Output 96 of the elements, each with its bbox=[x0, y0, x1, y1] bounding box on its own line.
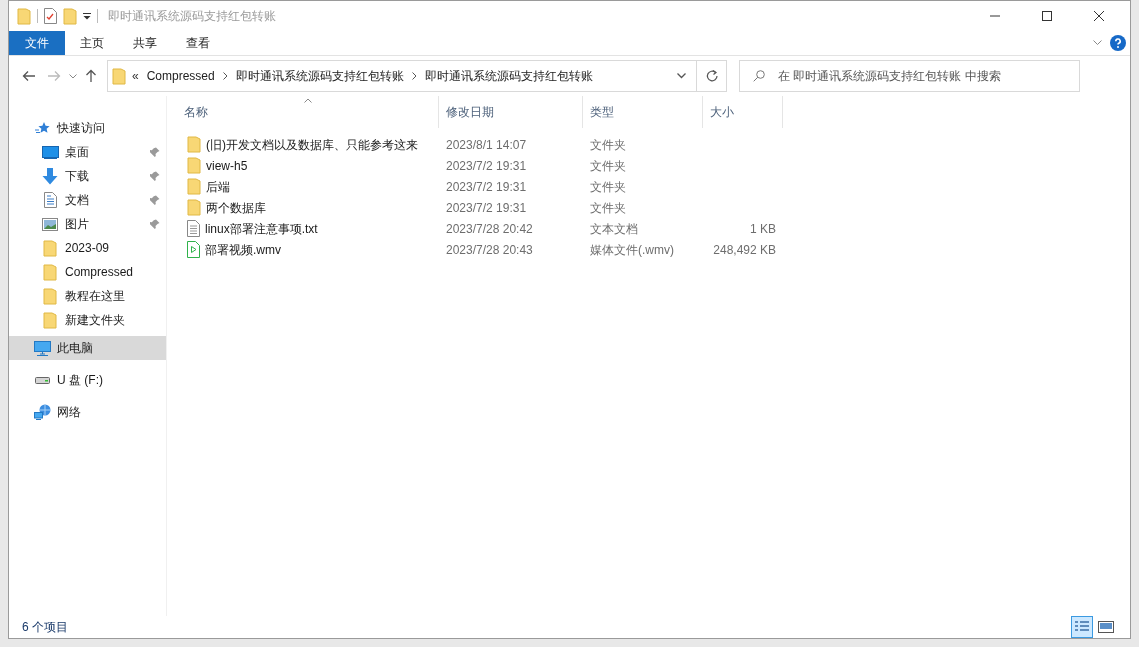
file-type: 文件夹 bbox=[590, 137, 626, 152]
file-name: (旧)开发文档以及数据库、只能参考这来 bbox=[206, 136, 418, 154]
file-name: linux部署注意事项.txt bbox=[205, 220, 318, 238]
modified-date: 2023/7/2 19:31 bbox=[446, 179, 527, 194]
computer-icon bbox=[33, 340, 51, 356]
overflow-chevron[interactable]: « bbox=[132, 67, 139, 85]
ribbon-tab[interactable]: 查看 bbox=[171, 31, 224, 55]
file-row[interactable]: view-h5 2023/7/2 19:31 文件夹 bbox=[177, 155, 1130, 176]
breadcrumb[interactable]: Compressed bbox=[146, 67, 215, 85]
chevron-right-icon[interactable] bbox=[411, 72, 417, 80]
file-name: view-h5 bbox=[206, 157, 248, 175]
picture-icon bbox=[42, 217, 58, 231]
close-icon[interactable] bbox=[1094, 11, 1104, 21]
column-header[interactable]: 大小 bbox=[703, 96, 783, 128]
sidebar-item[interactable]: 快速访问 bbox=[9, 116, 166, 140]
back-icon[interactable] bbox=[22, 70, 36, 82]
customize-dropdown-icon bbox=[83, 12, 91, 20]
modified-date: 2023/7/28 20:43 bbox=[446, 242, 533, 257]
pin-icon[interactable] bbox=[150, 171, 160, 181]
sidebar-item[interactable]: 图片 bbox=[9, 212, 166, 236]
file-type: 文件夹 bbox=[590, 179, 626, 194]
folder-icon bbox=[187, 157, 201, 174]
pin-icon[interactable] bbox=[150, 147, 160, 157]
sidebar-item[interactable]: 新建文件夹 bbox=[9, 308, 166, 332]
dropdown-icon[interactable] bbox=[677, 73, 686, 79]
sidebar-item[interactable]: 教程在这里 bbox=[9, 284, 166, 308]
breadcrumb[interactable]: 即时通讯系统源码支持红包转账 bbox=[424, 67, 593, 85]
maximize-icon[interactable] bbox=[1042, 11, 1052, 21]
file-row[interactable]: 部署视频.wmv 2023/7/28 20:43 媒体文件(.wmv) 248,492 KB bbox=[177, 239, 1130, 260]
sidebar-item[interactable]: 桌面 bbox=[9, 140, 166, 164]
address-bar[interactable]: « Compressed 即时通讯系统源码支持红包转账 即时通讯系统源码支持红包转账 bbox=[107, 60, 727, 92]
folder-icon bbox=[187, 178, 201, 195]
file-row[interactable]: 两个数据库 2023/7/2 19:31 文件夹 bbox=[177, 197, 1130, 218]
chevron-right-icon[interactable] bbox=[222, 72, 228, 80]
sidebar-item[interactable]: 文档 bbox=[9, 188, 166, 212]
ribbon-tab[interactable]: 主页 bbox=[65, 31, 118, 55]
checklist-icon bbox=[44, 8, 57, 24]
thumbnail-icon bbox=[1098, 621, 1114, 633]
sidebar-item[interactable]: 网络 bbox=[9, 400, 166, 424]
file-name: 部署视频.wmv bbox=[205, 241, 281, 259]
expand-ribbon-icon[interactable] bbox=[1093, 40, 1102, 46]
folder-icon bbox=[43, 239, 57, 257]
help-icon[interactable] bbox=[1110, 35, 1126, 51]
folder-icon bbox=[43, 263, 57, 281]
search-icon bbox=[753, 70, 765, 82]
modified-date: 2023/7/2 19:31 bbox=[446, 200, 527, 215]
folder-icon bbox=[187, 136, 201, 153]
folder-icon bbox=[43, 311, 57, 329]
file-row[interactable]: (旧)开发文档以及数据库、只能参考这来 2023/8/1 14:07 文件夹 bbox=[177, 134, 1130, 155]
sort-ascending-icon bbox=[303, 98, 312, 103]
sidebar-item[interactable]: U 盘 (F:) bbox=[9, 368, 166, 392]
modified-date: 2023/7/2 19:31 bbox=[446, 158, 527, 173]
up-arrow-icon[interactable] bbox=[85, 69, 97, 83]
recent-locations-icon[interactable] bbox=[69, 73, 77, 79]
column-header[interactable]: 类型 bbox=[583, 96, 703, 128]
pin-icon[interactable] bbox=[150, 219, 160, 229]
ribbon-tab[interactable]: 共享 bbox=[118, 31, 171, 55]
folder-icon bbox=[17, 7, 31, 25]
refresh-icon[interactable] bbox=[705, 70, 718, 82]
play-file-icon bbox=[187, 241, 200, 258]
file-size: 248,492 KB bbox=[713, 241, 776, 259]
item-count: 6 个项目 bbox=[22, 619, 68, 636]
window-title: 即时通讯系统源码支持红包转账 bbox=[108, 8, 276, 25]
sidebar-item[interactable]: 下载 bbox=[9, 164, 166, 188]
search-field[interactable]: 在 即时通讯系统源码支持红包转账 中搜索 bbox=[739, 60, 1080, 92]
details-list-icon bbox=[1074, 620, 1090, 634]
star-icon bbox=[34, 121, 50, 135]
modified-date: 2023/8/1 14:07 bbox=[446, 137, 527, 152]
drive-icon bbox=[34, 376, 50, 384]
sidebar-item[interactable]: 此电脑 bbox=[9, 336, 166, 360]
sidebar-item[interactable]: 2023-09 bbox=[9, 236, 166, 260]
column-header[interactable]: 修改日期 bbox=[439, 96, 583, 128]
text-document-icon bbox=[187, 220, 200, 237]
ribbon-tab[interactable]: 文件 bbox=[9, 31, 65, 55]
folder-icon bbox=[187, 199, 201, 216]
document-icon bbox=[43, 192, 57, 208]
modified-date: 2023/7/28 20:42 bbox=[446, 221, 533, 236]
file-name: 后端 bbox=[206, 178, 230, 196]
file-type: 媒体文件(.wmv) bbox=[590, 242, 674, 257]
folder-icon bbox=[112, 67, 126, 85]
file-type: 文件夹 bbox=[590, 158, 626, 173]
pin-icon[interactable] bbox=[150, 195, 160, 205]
breadcrumb[interactable]: 即时通讯系统源码支持红包转账 bbox=[235, 67, 404, 85]
folder-icon bbox=[63, 7, 77, 25]
file-type: 文本文档 bbox=[590, 221, 638, 236]
file-size: 1 KB bbox=[750, 220, 776, 238]
folder-icon bbox=[43, 287, 57, 305]
network-icon bbox=[33, 404, 51, 420]
file-type: 文件夹 bbox=[590, 200, 626, 215]
down-arrow-icon bbox=[42, 167, 58, 185]
file-name: 两个数据库 bbox=[206, 199, 266, 217]
file-row[interactable]: 后端 2023/7/2 19:31 文件夹 bbox=[177, 176, 1130, 197]
column-header[interactable]: 名称 bbox=[177, 96, 439, 128]
sidebar-item[interactable]: Compressed bbox=[9, 260, 166, 284]
file-row[interactable]: linux部署注意事项.txt 2023/7/28 20:42 文本文档 1 KB bbox=[177, 218, 1130, 239]
monitor-icon bbox=[41, 145, 59, 159]
